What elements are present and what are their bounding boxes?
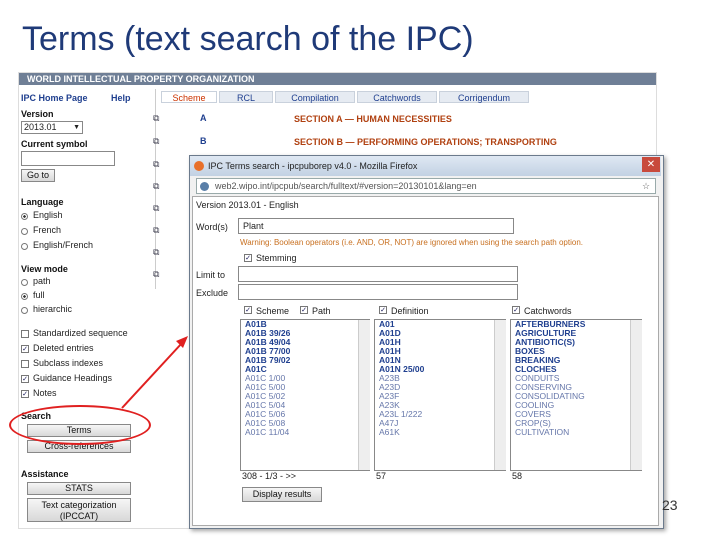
terms-search-dialog: IPC Terms search - ipcpuborep v4.0 - Moz… [189, 155, 664, 529]
catchwords-footer: 58 [512, 471, 523, 481]
limit-input[interactable] [238, 266, 518, 282]
bookmark-icon[interactable]: ☆ [642, 181, 650, 192]
definition-list[interactable]: A01 A01D A01H A01H A01N A01N 25/00 A23B A23D A23… [374, 319, 506, 471]
stemming-label: Stemming [256, 253, 297, 263]
definition-footer: 57 [376, 471, 387, 481]
definition-list-item[interactable]: A61K [377, 428, 505, 437]
catchwords-scrollbar[interactable] [630, 320, 642, 470]
path-label: Path [312, 306, 331, 316]
url-text: web2.wipo.int/ipcpub/search/fulltext/#ve… [215, 181, 477, 191]
words-input[interactable]: Plant [238, 218, 514, 234]
exclude-input[interactable] [238, 284, 518, 300]
catchwords-list[interactable]: AFTERBURNERS AGRICULTURE ANTIBIOTIC(S) BOXE… [510, 319, 642, 471]
dialog-title: IPC Terms search - ipcpuborep v4.0 - Moz… [208, 161, 418, 171]
scheme-footer: 308 - 1/3 - >> [242, 471, 297, 481]
url-bar[interactable]: web2.wipo.int/ipcpub/search/fulltext/#ve… [196, 178, 656, 194]
exclude-label: Exclude [196, 288, 229, 298]
scheme-list[interactable]: A01B A01B 39/26 A01B 49/04 A01B 77/00 A01B 7… [240, 319, 370, 471]
scheme-checkbox[interactable]: ✓ [244, 306, 252, 314]
words-label: Word(s) [196, 222, 228, 232]
limit-label: Limit to [196, 270, 226, 280]
definition-checkbox[interactable]: ✓ [379, 306, 387, 314]
firefox-icon [194, 161, 204, 171]
words-value: Plant [243, 221, 264, 231]
catchwords-label: Catchwords [524, 306, 572, 316]
boolean-warning: Warning: Boolean operators (i.e. AND, OR… [240, 238, 583, 247]
catchwords-list-item[interactable]: CULTIVATION [513, 428, 641, 437]
version-line: Version 2013.01 - English [196, 200, 299, 210]
scheme-scrollbar[interactable] [358, 320, 370, 470]
scheme-list-item[interactable]: A01C 11/04 [243, 428, 369, 437]
page-number: 23 [662, 497, 678, 513]
definition-scrollbar[interactable] [494, 320, 506, 470]
path-checkbox[interactable]: ✓ [300, 306, 308, 314]
definition-label: Definition [391, 306, 429, 316]
globe-icon [200, 182, 209, 191]
stemming-checkbox[interactable]: ✓ [244, 254, 252, 262]
catchwords-checkbox[interactable]: ✓ [512, 306, 520, 314]
display-results-button[interactable]: Display results [242, 487, 322, 502]
close-icon[interactable]: ✕ [642, 157, 660, 172]
dialog-title-bar: IPC Terms search - ipcpuborep v4.0 - Moz… [190, 156, 661, 176]
scheme-label: Scheme [256, 306, 290, 316]
